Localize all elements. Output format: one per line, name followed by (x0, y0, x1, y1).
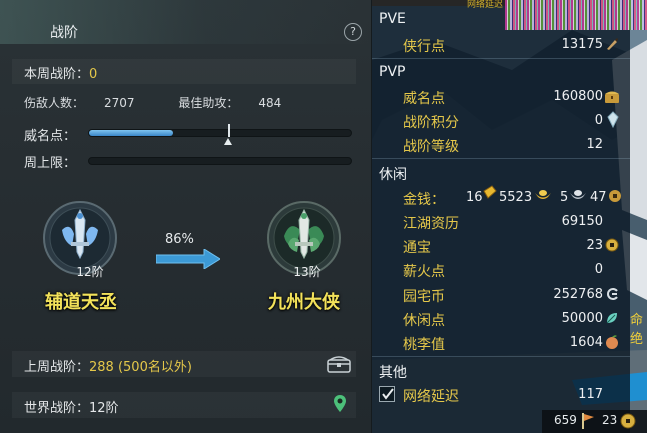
weiming-label: 威名点 (403, 91, 445, 107)
assist-stat: 最佳助攻： 484 (178, 96, 301, 110)
weiming-value: 160800 (553, 89, 603, 104)
side-text-line: 命 (630, 313, 644, 328)
tongbao-label: 通宝 (403, 240, 431, 256)
weiming-marker-arrow-icon (223, 138, 232, 145)
latency-label: 网络延迟 (403, 389, 459, 405)
next-rank-name: 九州大侠 (268, 292, 340, 313)
panel-title: 战阶 (50, 25, 78, 41)
xiuxian-label: 休闲点 (403, 313, 445, 329)
kills-stat: 伤敌人数： 2707 (24, 96, 155, 110)
crystal-icon (607, 111, 619, 128)
top-cut-text: 网络延迟 (467, 0, 504, 10)
copper-value: 47 (590, 190, 607, 205)
zhanjie-level-value: 12 (586, 137, 603, 152)
section-divider (372, 158, 630, 159)
flag-icon[interactable] (580, 412, 596, 430)
jianghu-label: 江湖资历 (403, 216, 459, 232)
arrow-right-icon (156, 249, 220, 269)
assist-value: 484 (258, 96, 282, 110)
last-week-rank-value: 288 (500名以外) (89, 360, 192, 375)
gold-yuanbao-icon (535, 190, 551, 199)
yuanzhai-value: 252768 (553, 287, 603, 302)
latency-checkbox[interactable] (379, 386, 395, 402)
coin-icon[interactable] (620, 413, 636, 429)
current-rank-tier: 12阶 (76, 265, 104, 279)
chest-icon[interactable] (327, 355, 351, 373)
weekly-rank-label: 本周战阶： (24, 67, 90, 82)
jianghu-value: 69150 (561, 214, 603, 229)
checkmark-icon (382, 388, 394, 400)
kills-label: 伤敌人数： (24, 96, 85, 110)
gold-ingot-icon (483, 185, 497, 199)
bottom-status-bar: 659 23 (542, 410, 647, 433)
currency-list: 网络延迟 PVE 侠行点 13175 PVP 威名点 160800 战阶积分 0… (372, 0, 647, 433)
brush-icon (607, 38, 618, 50)
copper-coin-icon (609, 190, 621, 202)
upgrade-progress-percent: 86% (165, 232, 194, 247)
tongbao-value: 23 (586, 238, 603, 253)
zhanjie-score-label: 战阶积分 (403, 115, 459, 131)
kills-value: 2707 (104, 96, 135, 110)
bottom-value-a: 659 (554, 413, 577, 427)
yuanzhai-label: 园宅币 (403, 289, 445, 305)
coin-icon (605, 238, 619, 252)
zhanjie-level-label: 战阶等级 (403, 139, 459, 155)
section-other: 其他 (379, 365, 407, 381)
section-pve: PVE (379, 11, 406, 27)
silver-yuanbao-icon (570, 190, 586, 199)
weiming-progress-bar (88, 124, 352, 145)
section-divider (372, 58, 630, 59)
world-rank-value: 12阶 (89, 401, 119, 416)
peach-icon (606, 335, 618, 349)
bottom-value-b: 23 (602, 413, 618, 427)
house-coin-icon (607, 288, 618, 300)
weiming-label: 威名点： (24, 129, 77, 144)
color-strip-decoration (505, 0, 647, 30)
zhanjie-score-value: 0 (594, 113, 603, 128)
rank-panel: 战阶 ? 本周战阶：0 伤敌人数： 2707 最佳助攻： 484 威名点： 周上限：… (0, 0, 372, 433)
taoli-value: 1604 (569, 335, 603, 350)
xinhuo-value: 0 (594, 262, 603, 277)
currency-panel: 网络延迟 PVE 侠行点 13175 PVP 威名点 160800 战阶积分 0… (372, 0, 647, 433)
xiaxing-value: 13175 (561, 37, 603, 52)
weiming-marker (227, 124, 230, 137)
weekly-cap-progress-bar (88, 157, 352, 165)
gold-ingot-value: 16 (466, 190, 483, 205)
weekly-cap-label: 周上限： (24, 156, 77, 171)
section-divider (372, 356, 630, 357)
taoli-label: 桃李值 (403, 337, 445, 353)
latency-value: 117 (578, 387, 603, 402)
xinhuo-label: 薪火点 (403, 264, 445, 280)
next-rank-tier: 13阶 (293, 265, 321, 279)
location-pin-icon[interactable] (333, 394, 347, 413)
xiuxian-value: 50000 (561, 311, 603, 326)
section-pvp: PVP (379, 64, 406, 80)
money-label: 金钱： (403, 192, 445, 208)
question-icon[interactable]: ? (344, 23, 362, 41)
battle-stats-row: 伤敌人数： 2707 最佳助攻： 484 (12, 92, 356, 112)
side-overflow-text: 命 绝 (630, 311, 647, 349)
current-rank-name: 辅道天丞 (45, 292, 117, 313)
world-rank-row: 世界战阶：12阶 (12, 392, 356, 418)
treasure-box-icon (605, 91, 619, 103)
assist-label: 最佳助攻： (178, 96, 239, 110)
silver-value: 5 (560, 190, 569, 205)
side-text-line: 绝 (630, 332, 644, 347)
weekly-rank-row: 本周战阶：0 (12, 59, 356, 84)
last-week-rank-row: 上周战阶：288 (500名以外) (12, 351, 356, 377)
xiaxing-label: 侠行点 (403, 39, 445, 55)
section-leisure: 休闲 (379, 167, 407, 183)
weekly-rank-value: 0 (89, 67, 98, 82)
world-rank-label: 世界战阶： (24, 401, 90, 416)
gold-value: 5523 (499, 190, 533, 205)
last-week-rank-label: 上周战阶： (24, 360, 90, 375)
weiming-progress-fill (89, 130, 173, 136)
leaf-icon (606, 313, 617, 324)
